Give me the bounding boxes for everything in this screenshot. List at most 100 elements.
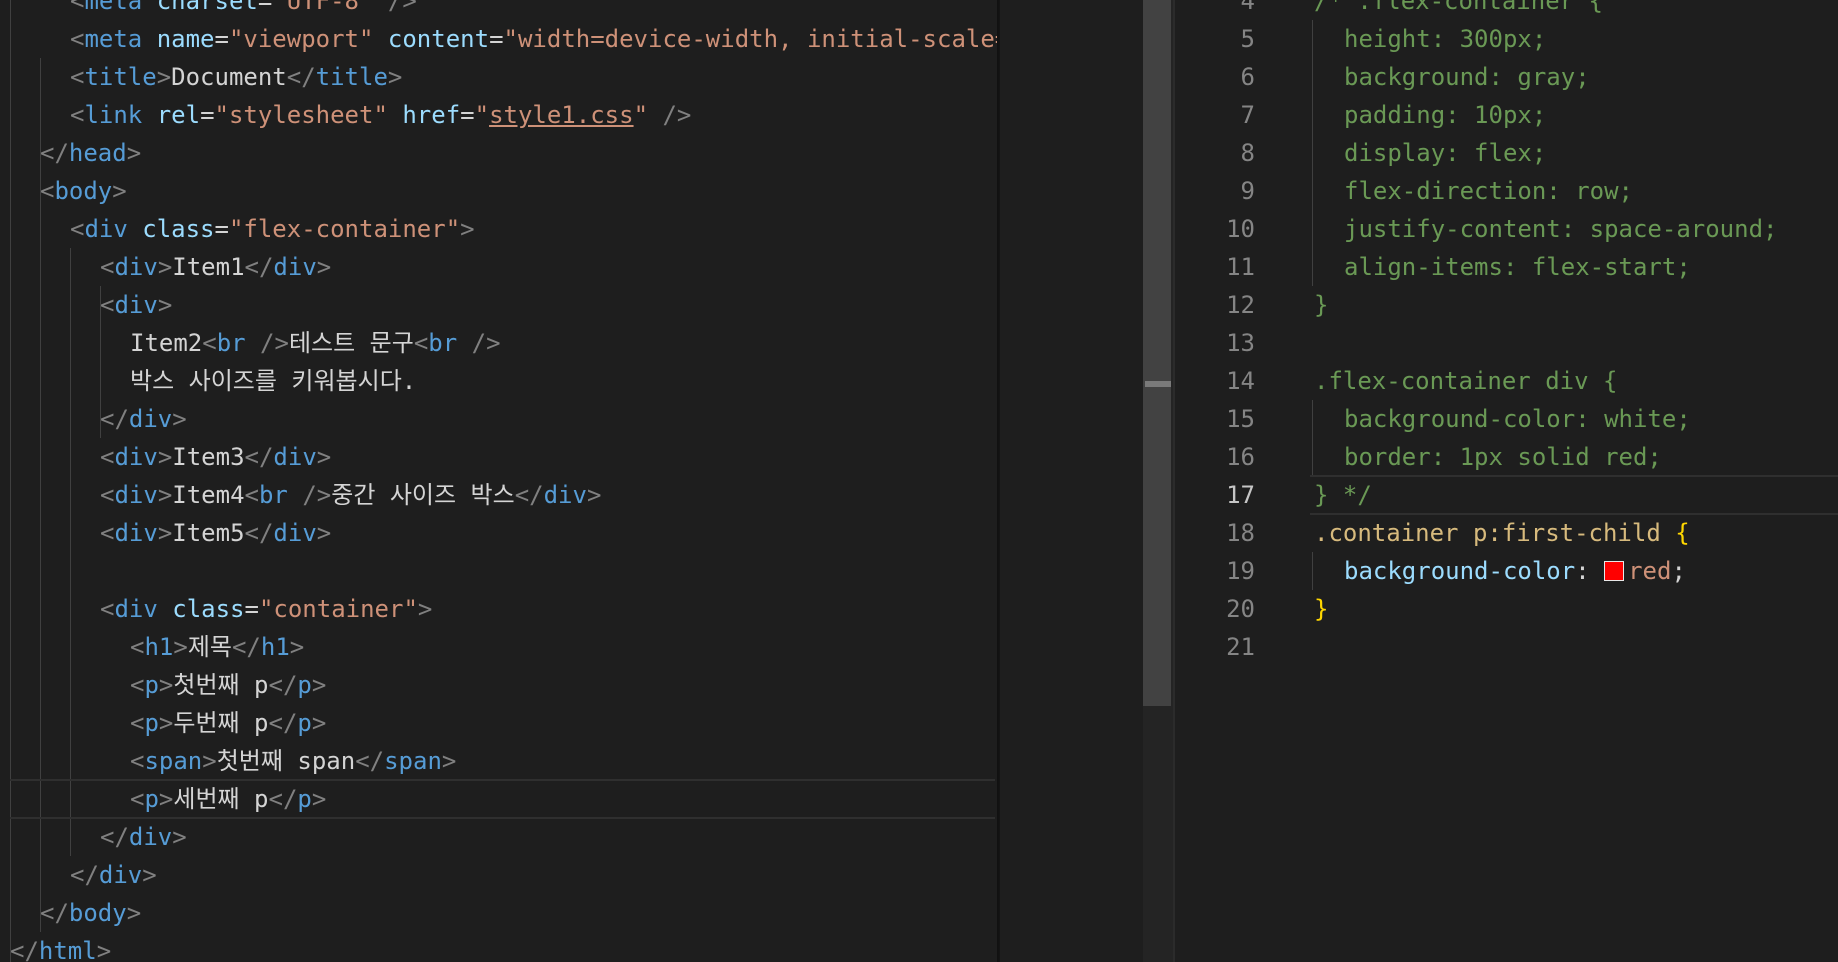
code-line[interactable]: <body>	[0, 172, 997, 210]
code-line[interactable]: 박스 사이즈를 키워봅시다.	[0, 362, 997, 400]
token-val: red	[1628, 557, 1672, 585]
code-text: </body>	[40, 894, 141, 932]
code-text: border: 1px solid red;	[1344, 438, 1662, 476]
token-punc: <	[70, 101, 85, 129]
token-punc: >	[460, 215, 475, 243]
token-punc: </	[244, 519, 274, 547]
token-tag: h1	[144, 633, 174, 661]
token-punc: </	[244, 443, 274, 471]
code-line[interactable]: 12}	[1175, 286, 1838, 324]
code-line[interactable]: 15 background-color: white;	[1175, 400, 1838, 438]
token-str: "width=device-width, initial-scale=1.0"	[503, 25, 997, 53]
token-tag: div	[128, 405, 173, 433]
token-punc: </	[100, 823, 129, 851]
code-line[interactable]: 19 background-color: red;	[1175, 552, 1838, 590]
code-line[interactable]: <span>첫번째 span</span>	[0, 742, 997, 780]
code-line[interactable]: <div>Item4<br />중간 사이즈 박스</div>	[0, 476, 997, 514]
line-number: 21	[1226, 633, 1255, 661]
token-punc: >	[202, 747, 217, 775]
code-text: <meta charset="UTF-8" />	[70, 0, 417, 20]
code-line[interactable]: <div>Item3</div>	[0, 438, 997, 476]
line-number: 14	[1226, 367, 1255, 395]
minimap[interactable]	[1000, 0, 1143, 962]
token-punc: />	[245, 329, 289, 357]
token-punc: </	[268, 709, 298, 737]
code-line[interactable]: </body>	[0, 894, 997, 932]
token-tag: p	[297, 709, 312, 737]
code-line[interactable]: 5 height: 300px;	[1175, 20, 1838, 58]
token-tag: html	[38, 937, 97, 962]
color-swatch[interactable]	[1604, 561, 1625, 581]
token-punc: >	[157, 519, 173, 547]
token-punc: <	[130, 785, 145, 813]
code-text: </html>	[10, 932, 111, 962]
html-editor-pane[interactable]: <meta charset="UTF-8" /> <meta name="view…	[0, 0, 997, 962]
code-line[interactable]: 6 background: gray;	[1175, 58, 1838, 96]
code-line[interactable]: <title>Document</title>	[0, 58, 997, 96]
code-line[interactable]: </html>	[0, 932, 997, 962]
token-str: "viewport"	[228, 25, 388, 53]
code-line[interactable]: <link rel="stylesheet" href="style1.css"…	[0, 96, 997, 134]
line-number: 8	[1240, 139, 1255, 167]
code-line[interactable]: <meta name="viewport" content="width=dev…	[0, 20, 997, 58]
token-punc: <	[130, 747, 145, 775]
code-line[interactable]: <div>	[0, 286, 997, 324]
token-tag: div	[114, 481, 158, 509]
code-text: }	[1314, 286, 1328, 324]
token-punc: >	[157, 253, 173, 281]
code-line[interactable]: <p>두번째 p</p>	[0, 704, 997, 742]
code-line[interactable]	[0, 552, 997, 590]
code-line[interactable]: 17} */	[1175, 476, 1838, 514]
code-line[interactable]: 14 .flex-container div {	[1175, 362, 1838, 400]
token-text: 두번째 p	[173, 709, 269, 737]
token-punc: <	[100, 595, 115, 623]
token-punc: <	[130, 709, 145, 737]
code-text: 박스 사이즈를 키워봅시다.	[130, 362, 416, 400]
code-line[interactable]: </div>	[0, 400, 997, 438]
code-line[interactable]: 4 /* .flex-container {	[1175, 0, 1838, 20]
token-punc: >	[156, 63, 172, 91]
code-line[interactable]: 20}	[1175, 590, 1838, 628]
code-line[interactable]: 18 .container p:first-child {	[1175, 514, 1838, 552]
code-line[interactable]: Item2<br />테스트 문구<br />	[0, 324, 997, 362]
code-line[interactable]: <p>첫번째 p</p>	[0, 666, 997, 704]
token-punc: >	[316, 253, 332, 281]
code-line[interactable]: <div class="container">	[0, 590, 997, 628]
token-punc: >	[316, 519, 332, 547]
token-punc: <	[100, 443, 115, 471]
token-attr: class	[172, 595, 245, 623]
code-line[interactable]: 10 justify-content: space-around;	[1175, 210, 1838, 248]
code-line[interactable]: <div>Item5</div>	[0, 514, 997, 552]
code-text: <div>	[100, 286, 172, 324]
line-number: 12	[1226, 291, 1255, 319]
code-line[interactable]: <meta charset="UTF-8" />	[0, 0, 997, 20]
line-number: 15	[1226, 405, 1255, 433]
token-attr: charset	[156, 0, 258, 15]
token-punc: >	[311, 785, 327, 813]
code-line[interactable]: 13	[1175, 324, 1838, 362]
code-line[interactable]: </head>	[0, 134, 997, 172]
code-text: }	[1314, 590, 1328, 628]
token-punc: >	[142, 861, 157, 889]
code-line[interactable]: <div class="flex-container">	[0, 210, 997, 248]
token-text: Item3	[172, 443, 245, 471]
code-line[interactable]: <div>Item1</div>	[0, 248, 997, 286]
token-comment: background: gray;	[1344, 63, 1590, 91]
code-line[interactable]: <h1>제목</h1>	[0, 628, 997, 666]
code-line[interactable]: 21	[1175, 628, 1838, 666]
code-line[interactable]: 16 border: 1px solid red;	[1175, 438, 1838, 476]
code-line[interactable]: </div>	[0, 818, 997, 856]
token-punc: >	[173, 633, 188, 661]
css-editor-pane[interactable]: 4 /* .flex-container {5 height: 300px; 6 bac…	[1175, 0, 1838, 962]
code-line[interactable]: 7 padding: 10px;	[1175, 96, 1838, 134]
code-line[interactable]: 8 display: flex;	[1175, 134, 1838, 172]
code-line[interactable]: 11 align-items: flex-start;	[1175, 248, 1838, 286]
token-eq: =	[244, 595, 259, 623]
code-line[interactable]: 9 flex-direction: row;	[1175, 172, 1838, 210]
scrollbar-thumb[interactable]	[1143, 0, 1171, 706]
token-eq: =	[200, 101, 215, 129]
code-line[interactable]: </div>	[0, 856, 997, 894]
token-punc: />	[373, 0, 417, 15]
token-comment: padding: 10px;	[1344, 101, 1547, 129]
code-line[interactable]: <p>세번째 p</p>	[0, 780, 997, 818]
